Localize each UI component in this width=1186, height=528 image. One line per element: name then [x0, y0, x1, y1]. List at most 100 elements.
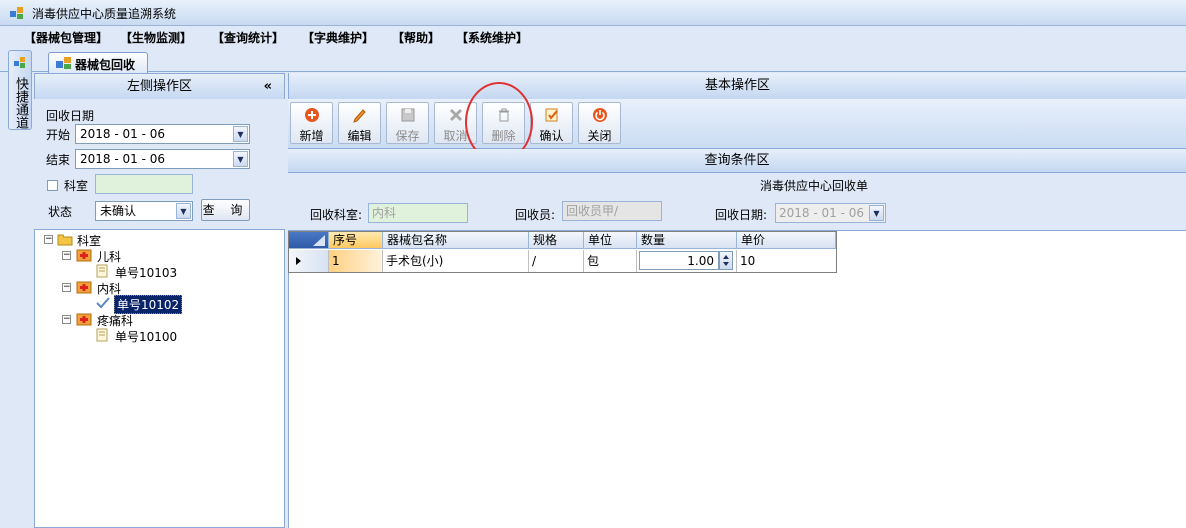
- document-icon: [96, 328, 108, 342]
- column-header-qty[interactable]: 数量: [637, 232, 737, 249]
- close-icon: [449, 108, 463, 122]
- end-date-picker[interactable]: 2018 - 01 - 06 ▼: [75, 149, 250, 169]
- qty-spinner-input[interactable]: 1.00: [639, 251, 719, 270]
- status-value: 未确认: [100, 204, 137, 218]
- toolbar: 新增 编辑 保存 取消 删除 确认 关闭: [288, 99, 1186, 149]
- start-date-picker[interactable]: 2018 - 01 - 06 ▼: [75, 124, 250, 144]
- column-header-price[interactable]: 单价: [737, 232, 836, 249]
- edit-button[interactable]: 编辑: [338, 102, 381, 144]
- recycle-dept-label: 回收科室:: [310, 208, 363, 222]
- recycle-date-label: 回收日期:: [715, 208, 768, 222]
- chevron-down-icon[interactable]: ▼: [869, 205, 884, 221]
- column-header-spec[interactable]: 规格: [529, 232, 584, 249]
- chevron-down-icon[interactable]: ▼: [233, 126, 248, 142]
- status-label: 状态: [48, 205, 73, 219]
- recycle-date-value: 2018 - 01 - 06: [779, 206, 864, 220]
- row-header[interactable]: [289, 250, 329, 272]
- qty-spinner[interactable]: [719, 251, 733, 270]
- tab-icon: [56, 57, 71, 69]
- menu-item-help[interactable]: 【帮助】: [392, 29, 440, 46]
- condition-area: 消毒供应中心回收单 回收科室: 内科 回收员: 回收员甲/ 回收日期: 2018…: [288, 173, 1186, 231]
- dept-input[interactable]: [95, 174, 193, 194]
- new-button[interactable]: 新增: [290, 102, 333, 144]
- collapse-toggle-icon[interactable]: −: [62, 315, 71, 324]
- tab-strip: [0, 48, 1186, 72]
- window-title: 消毒供应中心质量追溯系统: [32, 7, 177, 21]
- dept-label: 科室: [64, 179, 89, 193]
- power-icon: [593, 108, 607, 122]
- start-date-value: 2018 - 01 - 06: [80, 127, 165, 141]
- tab-label: 器械包回收: [75, 58, 136, 72]
- collapse-icon[interactable]: «: [264, 74, 272, 100]
- save-button[interactable]: 保存: [386, 102, 429, 144]
- close-button-label: 关闭: [587, 129, 612, 143]
- document-icon: [96, 264, 108, 278]
- menu-item-query-stats[interactable]: 【查询统计】: [212, 29, 284, 46]
- end-date-value: 2018 - 01 - 06: [80, 152, 165, 166]
- status-select[interactable]: 未确认 ▼: [95, 201, 193, 221]
- query-button[interactable]: 查 询: [201, 199, 250, 221]
- menu-bar: 【器械包管理】 【生物监测】 【查询统计】 【字典维护】 【帮助】 【系统维护】: [0, 26, 1186, 48]
- department-icon: [76, 313, 92, 326]
- grid-select-all-corner[interactable]: [289, 232, 329, 249]
- recycler-label: 回收员:: [515, 208, 556, 222]
- menu-item-bio-monitoring[interactable]: 【生物监测】: [120, 29, 192, 46]
- column-header-unit[interactable]: 单位: [584, 232, 637, 249]
- tree-root-label[interactable]: 科室: [77, 232, 101, 249]
- dept-checkbox[interactable]: [47, 180, 58, 191]
- start-date-label: 开始: [46, 128, 71, 142]
- cell-spec[interactable]: /: [529, 250, 584, 272]
- app-icon: [10, 7, 23, 19]
- close-button[interactable]: 关闭: [578, 102, 621, 144]
- cell-price[interactable]: 10: [737, 250, 836, 272]
- edit-button-label: 编辑: [347, 129, 372, 143]
- recycler-field[interactable]: 回收员甲/: [562, 201, 662, 221]
- condition-header: 查询条件区: [288, 149, 1186, 173]
- shortcut-strip[interactable]: 快捷通道: [8, 50, 32, 130]
- menu-item-system[interactable]: 【系统维护】: [456, 29, 528, 46]
- recycle-date-field[interactable]: 2018 - 01 - 06 ▼: [775, 203, 886, 223]
- save-icon: [401, 108, 415, 122]
- collapse-toggle-icon[interactable]: −: [44, 235, 53, 244]
- shortcut-label: 快捷通道: [13, 77, 28, 129]
- tab-package-recycle[interactable]: 器械包回收: [48, 52, 148, 73]
- corner-triangle-icon: [313, 235, 325, 246]
- end-date-label: 结束: [46, 153, 71, 167]
- cell-qty[interactable]: 1.00: [637, 250, 737, 272]
- chevron-down-icon[interactable]: ▼: [176, 203, 191, 219]
- column-header-name[interactable]: 器械包名称: [383, 232, 529, 249]
- menu-item-package-management[interactable]: 【器械包管理】: [24, 29, 108, 46]
- department-icon: [76, 281, 92, 294]
- department-icon: [76, 249, 92, 262]
- add-icon: [305, 108, 319, 122]
- shortcut-icon: [14, 57, 25, 68]
- package-grid: 序号 器械包名称 规格 单位 数量 单价 1 手术包(小) / 包 1.00 1…: [288, 231, 837, 273]
- form-title: 消毒供应中心回收单: [760, 179, 869, 193]
- column-header-seq[interactable]: 序号: [329, 232, 383, 249]
- cell-unit[interactable]: 包: [584, 250, 637, 272]
- cell-seq[interactable]: 1: [329, 250, 383, 272]
- left-panel-title: 左侧操作区: [126, 79, 192, 94]
- spinner-arrows-icon: [723, 255, 729, 266]
- right-panel-header: 基本操作区: [289, 73, 1186, 100]
- new-button-label: 新增: [299, 129, 324, 143]
- confirm-button[interactable]: 确认: [530, 102, 573, 144]
- collapse-toggle-icon[interactable]: −: [62, 251, 71, 260]
- cell-name[interactable]: 手术包(小): [383, 250, 529, 272]
- edit-icon: [353, 109, 366, 123]
- tree-order-label[interactable]: 单号10100: [115, 328, 177, 345]
- title-bar: 消毒供应中心质量追溯系统: [0, 0, 1186, 26]
- confirm-button-label: 确认: [539, 129, 564, 143]
- tree-dept-label[interactable]: 疼痛科: [97, 312, 133, 329]
- confirm-icon: [545, 108, 558, 122]
- recycle-dept-field[interactable]: 内科: [368, 203, 468, 223]
- tree-dept-label[interactable]: 儿科: [97, 248, 121, 265]
- chevron-down-icon[interactable]: ▼: [233, 151, 248, 167]
- dept-tree: − 科室 − 儿科 单号10103 − 内科 单号10102 − 疼痛科 单号1…: [35, 231, 284, 527]
- menu-item-dictionary[interactable]: 【字典维护】: [302, 29, 374, 46]
- collapse-toggle-icon[interactable]: −: [62, 283, 71, 292]
- date-group-label: 回收日期: [46, 109, 95, 123]
- folder-icon: [57, 234, 73, 246]
- tree-order-label[interactable]: 单号10103: [115, 264, 177, 281]
- save-button-label: 保存: [395, 129, 420, 143]
